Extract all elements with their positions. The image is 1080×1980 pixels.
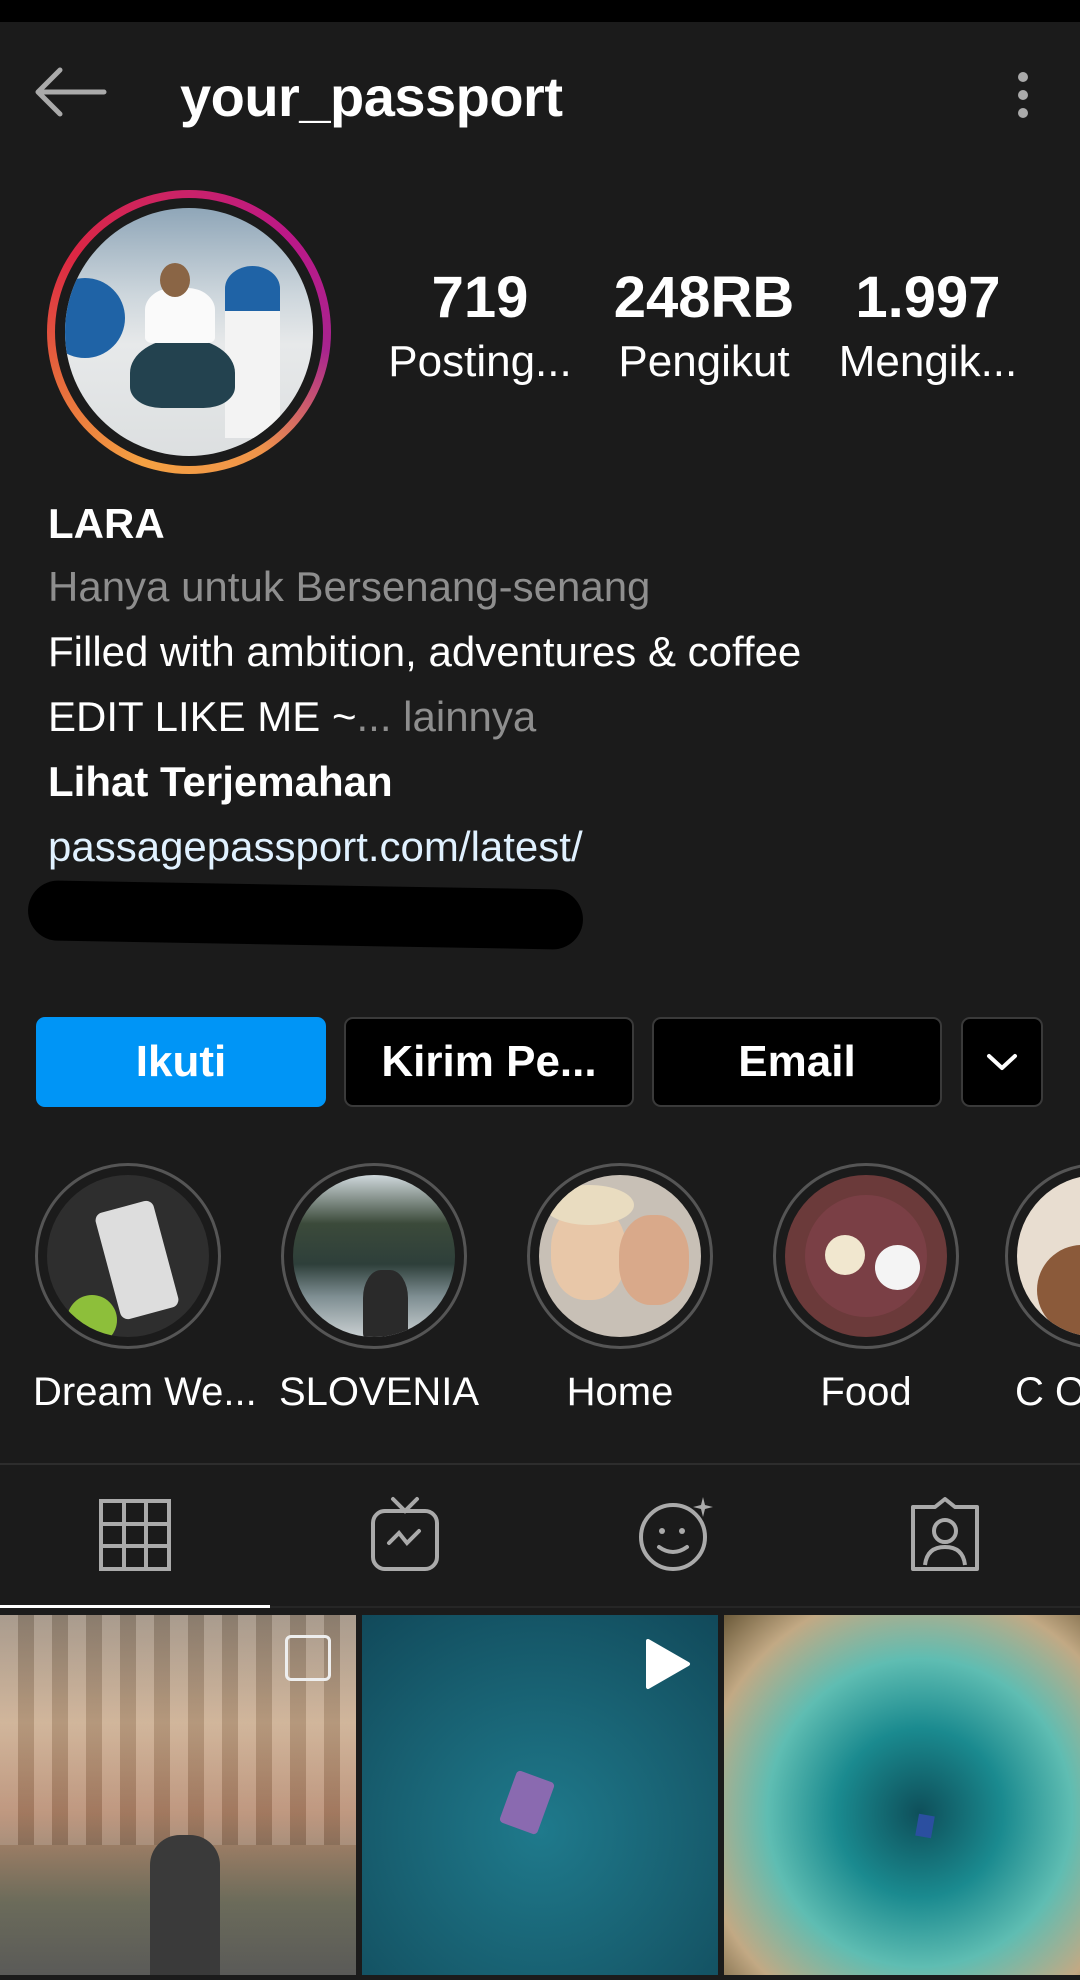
vertical-dots-icon[interactable] bbox=[1005, 64, 1041, 128]
bio-line-1: Filled with ambition, adventures & coffe… bbox=[48, 628, 802, 675]
highlight-dream-week[interactable]: Dream We... bbox=[33, 1163, 257, 1417]
tab-active-indicator bbox=[0, 1605, 270, 1608]
chevron-down-icon bbox=[987, 1054, 1017, 1070]
suggested-dropdown-button[interactable] bbox=[961, 1017, 1043, 1107]
bio-line-2-text: EDIT LIKE ME ~ bbox=[48, 693, 357, 740]
status-bar bbox=[0, 0, 1080, 22]
stat-following-label: Mengik... bbox=[838, 337, 1018, 386]
see-translation-link[interactable]: Lihat Terjemahan bbox=[48, 755, 393, 809]
stat-followers-value: 248RB bbox=[613, 265, 795, 330]
arrow-left-icon[interactable] bbox=[30, 62, 110, 122]
avatar[interactable] bbox=[47, 190, 331, 474]
video-play-icon bbox=[646, 1639, 690, 1689]
highlight-label: Food bbox=[820, 1370, 912, 1414]
profile-name: LARA bbox=[48, 500, 165, 547]
stat-posts-value: 719 bbox=[431, 265, 529, 330]
follow-button[interactable]: Ikuti bbox=[36, 1017, 326, 1107]
grid-icon bbox=[99, 1499, 171, 1571]
section-divider bbox=[0, 1463, 1080, 1465]
stat-following-value: 1.997 bbox=[855, 265, 1001, 330]
highlight-label: Dream We... bbox=[33, 1370, 257, 1414]
stat-posts[interactable]: 719 Posting... bbox=[380, 262, 580, 390]
bio-website-link[interactable]: passagepassport.com/latest/ bbox=[48, 820, 583, 874]
stat-following[interactable]: 1.997 Mengik... bbox=[828, 262, 1028, 390]
message-button[interactable]: Kirim Pe... bbox=[344, 1017, 634, 1107]
igtv-icon bbox=[371, 1497, 439, 1571]
highlight-home[interactable]: Home bbox=[525, 1163, 715, 1417]
tab-tagged[interactable] bbox=[905, 1495, 985, 1575]
carousel-icon bbox=[285, 1635, 331, 1681]
redaction-mark bbox=[27, 880, 584, 950]
highlight-label: SLOVENIA bbox=[279, 1370, 480, 1414]
highlight-food[interactable]: Food bbox=[771, 1163, 961, 1417]
highlight-coffee[interactable]: C O bbox=[1005, 1163, 1080, 1417]
stat-posts-label: Posting... bbox=[388, 337, 572, 386]
top-bar: your_passport bbox=[0, 22, 1080, 172]
profile-username: your_passport bbox=[180, 65, 563, 128]
post-thumbnail[interactable] bbox=[0, 1615, 356, 1975]
stat-followers-label: Pengikut bbox=[618, 337, 790, 386]
post-thumbnail[interactable] bbox=[362, 1615, 718, 1975]
tab-effects[interactable] bbox=[635, 1495, 715, 1575]
tagged-icon bbox=[911, 1497, 979, 1571]
bio-more-link[interactable]: ... lainnya bbox=[357, 693, 537, 740]
email-button[interactable]: Email bbox=[652, 1017, 942, 1107]
highlight-label: C O bbox=[1015, 1370, 1080, 1414]
post-thumbnail[interactable] bbox=[724, 1615, 1080, 1975]
highlight-slovenia[interactable]: SLOVENIA bbox=[279, 1163, 480, 1417]
highlight-label: Home bbox=[566, 1370, 674, 1414]
effects-icon bbox=[639, 1497, 713, 1571]
tab-igtv[interactable] bbox=[365, 1495, 445, 1575]
profile-category: Hanya untuk Bersenang-senang bbox=[48, 563, 651, 610]
stat-followers[interactable]: 248RB Pengikut bbox=[604, 262, 804, 390]
tab-grid[interactable] bbox=[95, 1495, 175, 1575]
bio-line-2: EDIT LIKE ME ~... lainnya bbox=[48, 690, 536, 744]
